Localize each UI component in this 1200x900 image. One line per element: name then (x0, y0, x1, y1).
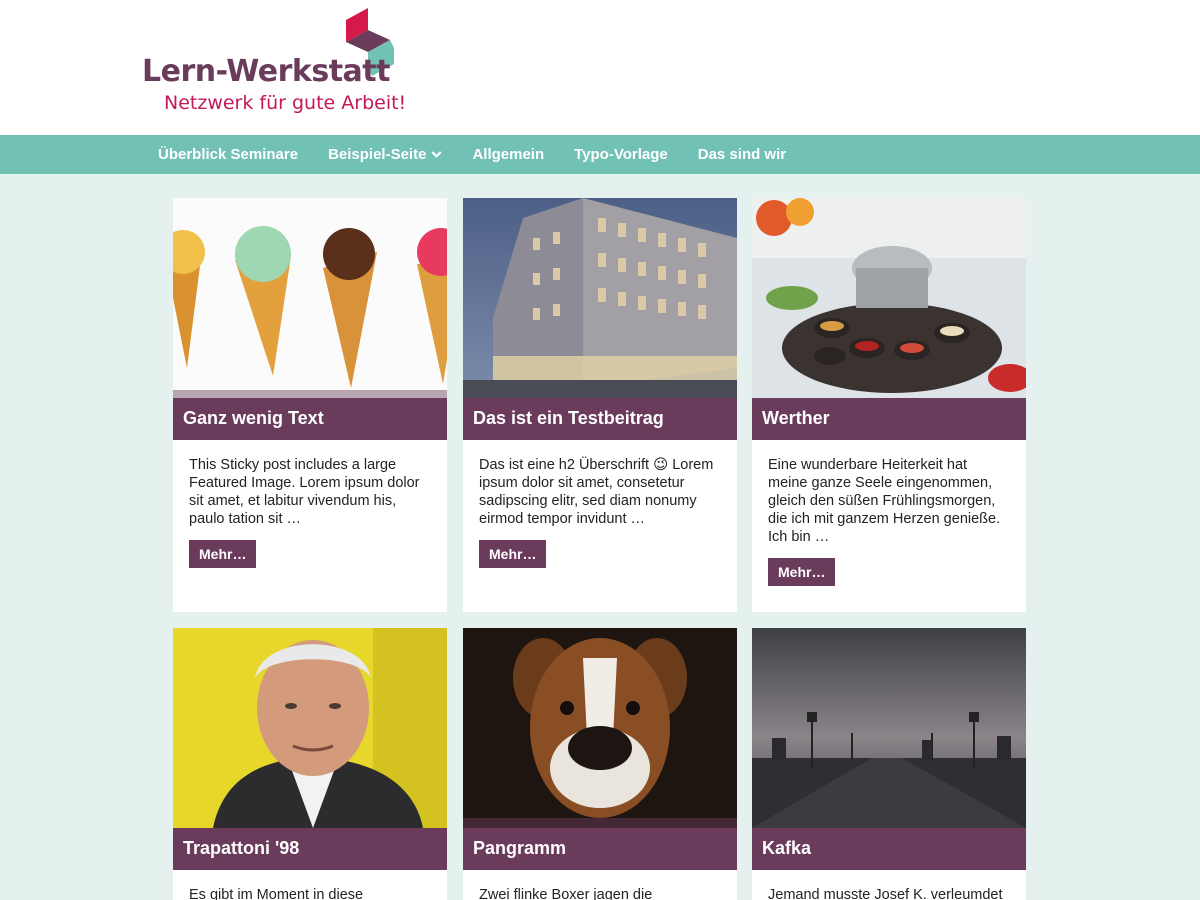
post-card: Kafka Jemand musste Josef K. verleumdet (752, 628, 1026, 900)
post-title[interactable]: Pangramm (463, 828, 737, 870)
post-excerpt: Eine wunderbare Heiterkeit hat meine gan… (768, 457, 1001, 545)
site-header: Lern-Werkstatt Netzwerk für gute Arbeit! (0, 0, 1200, 135)
nav-item-ueberblick-seminare[interactable]: Überblick Seminare (158, 146, 298, 163)
post-excerpt: This Sticky post includes a large Featur… (189, 457, 420, 527)
nav-item-label: Überblick Seminare (158, 146, 299, 163)
post-image-boxer-dog[interactable] (463, 628, 737, 828)
post-card: Trapattoni '98 Es gibt im Moment in dies… (173, 628, 447, 900)
post-excerpt-block: This Sticky post includes a large Featur… (173, 440, 447, 612)
nav-item-label: Typo-Vorlage (574, 146, 668, 163)
post-card: Werther Eine wunderbare Heiterkeit hat m… (752, 198, 1026, 612)
post-excerpt-block: Eine wunderbare Heiterkeit hat meine gan… (752, 440, 1026, 612)
post-image-foggy-bridge[interactable] (752, 628, 1026, 828)
logo-title: Lern-Werkstatt (142, 54, 390, 89)
post-excerpt-block: Zwei flinke Boxer jagen die (463, 870, 737, 900)
post-excerpt: Zwei flinke Boxer jagen die (479, 887, 653, 900)
chevron-down-icon[interactable] (431, 149, 442, 160)
nav-item-das-sind-wir[interactable]: Das sind wir (698, 146, 786, 163)
post-title[interactable]: Kafka (752, 828, 1026, 870)
read-more-button[interactable]: Mehr… (768, 558, 836, 586)
nav-item-label: Beispiel-Seite (328, 146, 427, 163)
post-excerpt-block: Jemand musste Josef K. verleumdet (752, 870, 1026, 900)
nav-item-label: Das sind wir (697, 146, 787, 163)
post-card: Das ist ein Testbeitrag Das ist eine h2 … (463, 198, 737, 612)
post-excerpt-block: Das ist eine h2 Überschrift 😉 Lorem ipsu… (463, 440, 737, 612)
post-title[interactable]: Trapattoni '98 (173, 828, 447, 870)
main-navigation: Überblick Seminare Beispiel-Seite Allgem… (0, 135, 1200, 174)
post-card: Pangramm Zwei flinke Boxer jagen die (463, 628, 737, 900)
nav-item-typo-vorlage[interactable]: Typo-Vorlage (574, 146, 668, 163)
post-excerpt-block: Es gibt im Moment in diese (173, 870, 447, 900)
logo-tagline: Netzwerk für gute Arbeit! (164, 92, 407, 114)
post-title[interactable]: Das ist ein Testbeitrag (463, 398, 737, 440)
post-title[interactable]: Werther (752, 398, 1026, 440)
read-more-button[interactable]: Mehr… (479, 540, 547, 568)
read-more-button[interactable]: Mehr… (189, 540, 257, 568)
post-excerpt: Es gibt im Moment in diese (189, 887, 364, 900)
post-image-ice-cream[interactable] (173, 198, 447, 398)
post-image-fondue[interactable] (752, 198, 1026, 398)
post-title[interactable]: Ganz wenig Text (173, 398, 447, 440)
post-excerpt: Jemand musste Josef K. verleumdet (768, 887, 1003, 900)
nav-item-allgemein[interactable]: Allgemein (472, 146, 544, 163)
post-image-portrait[interactable] (173, 628, 447, 828)
nav-item-beispiel-seite[interactable]: Beispiel-Seite (328, 146, 442, 163)
site-logo[interactable]: Lern-Werkstatt Netzwerk für gute Arbeit! (142, 8, 406, 118)
post-card: Ganz wenig Text This Sticky post include… (173, 198, 447, 612)
post-image-building[interactable] (463, 198, 737, 398)
nav-item-label: Allgemein (472, 146, 545, 163)
post-excerpt: Das ist eine h2 Überschrift 😉 Lorem ipsu… (479, 457, 714, 527)
